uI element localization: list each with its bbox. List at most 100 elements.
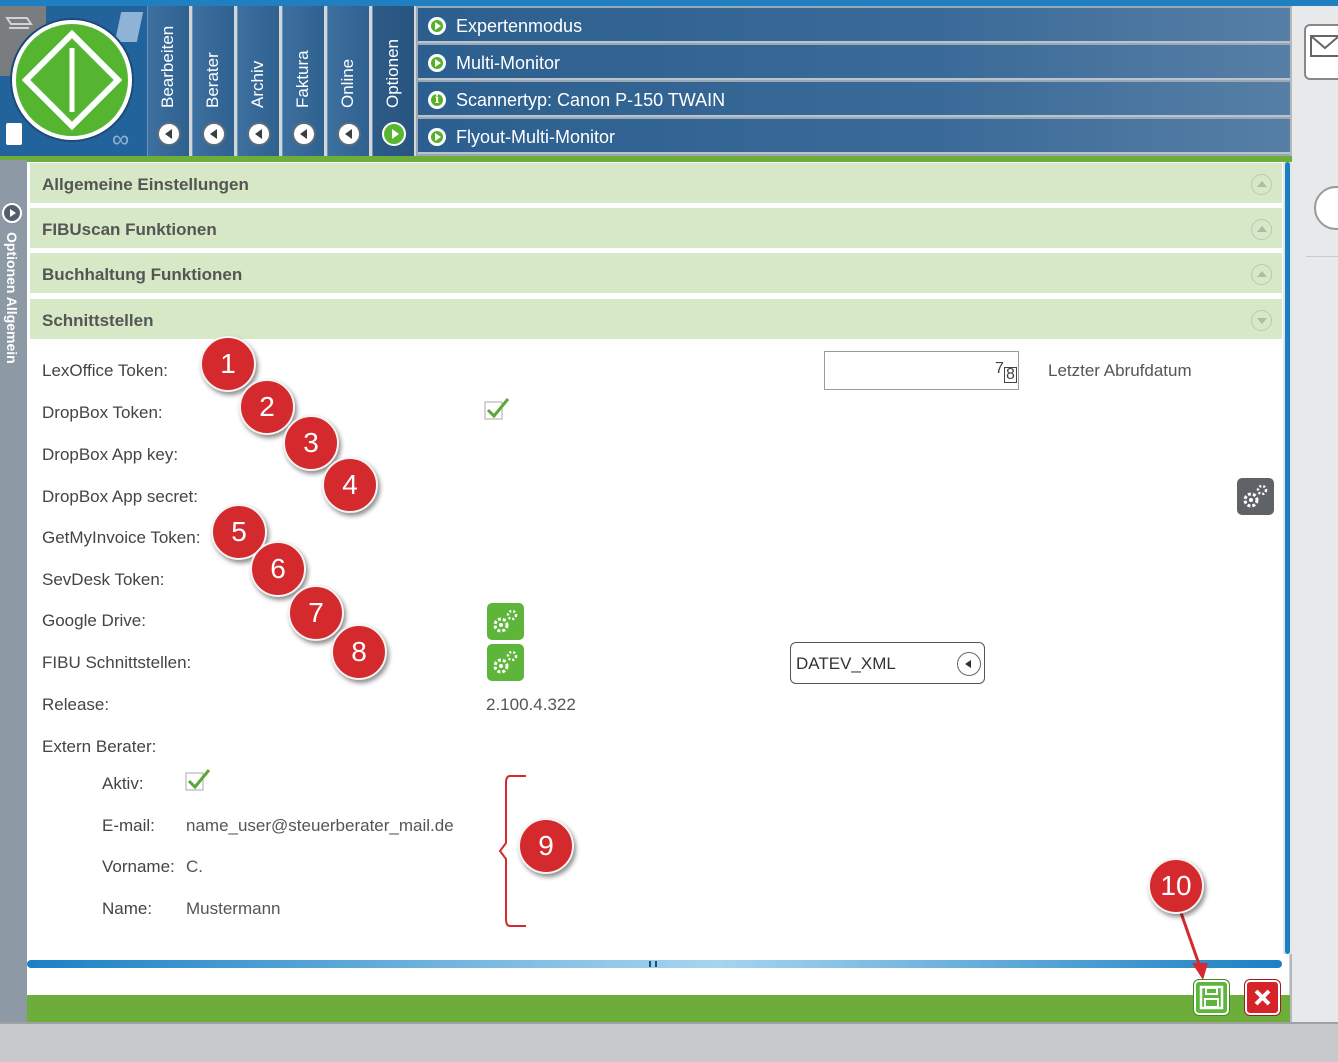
tab-label: Berater [203, 52, 222, 108]
play-icon [428, 128, 446, 146]
close-button[interactable] [1245, 980, 1280, 1015]
section-allgemeine-einstellungen[interactable]: Allgemeine Einstellungen [30, 163, 1282, 205]
chevron-up-icon[interactable] [1251, 174, 1272, 195]
arrow-left-icon[interactable] [157, 122, 181, 146]
arrow-right-icon[interactable] [382, 122, 406, 146]
gear-icon [493, 650, 518, 674]
scrollbar-grip [1286, 550, 1290, 558]
section-title: Schnittstellen [42, 311, 154, 330]
label-google-drive: Google Drive: [42, 611, 146, 630]
app-logo-block[interactable]: ∞ [0, 6, 147, 156]
menu-item-expertenmodus[interactable]: Expertenmodus [418, 8, 1290, 43]
section-title: Buchhaltung Funktionen [42, 265, 243, 284]
label-dropbox-app-key: DropBox App key: [42, 445, 179, 464]
tab-label: Archiv [248, 60, 267, 108]
tab-label: Faktura [293, 50, 312, 108]
section-buchhaltung-funktionen[interactable]: Buchhaltung Funktionen [30, 253, 1282, 295]
arrow-left-icon[interactable] [202, 122, 226, 146]
chevron-up-icon[interactable] [1251, 219, 1272, 240]
fibu-format-select[interactable]: DATEV_XML [790, 642, 985, 684]
tab-faktura[interactable]: Faktura [282, 6, 324, 156]
tab-bearbeiten[interactable]: Bearbeiten [147, 6, 189, 156]
tab-online[interactable]: Online [327, 6, 369, 156]
left-side-panel: Optionen Allgemein [0, 160, 27, 1022]
gear-icon [1243, 484, 1268, 508]
dropbox-settings-button[interactable] [1237, 478, 1274, 515]
vertical-scrollbar[interactable] [1283, 162, 1292, 954]
annotation-marker: 10 [1148, 858, 1204, 914]
tab-label: Bearbeiten [158, 25, 177, 108]
menu-item-flyout-multi-monitor[interactable]: Flyout-Multi-Monitor [418, 119, 1290, 154]
scrollbar-thumb[interactable] [1285, 162, 1290, 954]
calendar-icon[interactable]: 7 8 [992, 359, 1017, 383]
expand-arrow-icon[interactable] [2, 203, 22, 223]
label-release: Release: [42, 695, 110, 714]
annotation-marker: 3 [283, 415, 339, 471]
tab-berater[interactable]: Berater [192, 6, 234, 156]
chevron-down-icon[interactable] [1251, 310, 1272, 331]
label-sevdesk-token: SevDesk Token: [42, 570, 165, 589]
tab-label: Online [338, 58, 357, 108]
floppy-disk-icon [1199, 985, 1224, 1010]
menu-item-scannertyp[interactable]: i Scannertyp: Canon P-150 TWAIN [418, 82, 1290, 117]
section-title: Allgemeine Einstellungen [42, 175, 249, 194]
annotation-arrow [1178, 909, 1208, 980]
menu-item-label: Multi-Monitor [456, 53, 561, 73]
annotation-marker: 7 [288, 585, 344, 641]
side-toggle-button[interactable] [1314, 186, 1338, 230]
google-drive-settings-button[interactable] [487, 603, 524, 640]
menu-item-multi-monitor[interactable]: Multi-Monitor [418, 45, 1290, 80]
calendar-day-bottom: 8 [1004, 366, 1017, 383]
label-extern-berater: Extern Berater: [42, 737, 157, 756]
section-schnittstellen[interactable]: Schnittstellen [30, 299, 1282, 341]
tab-archiv[interactable]: Archiv [237, 6, 279, 156]
panel-footer [27, 995, 1290, 1022]
last-fetch-date-input[interactable]: 7 8 [824, 351, 1019, 390]
fibu-settings-button[interactable] [487, 644, 524, 681]
options-menu: Expertenmodus Multi-Monitor i Scannertyp… [416, 6, 1292, 156]
annotation-marker: 8 [331, 624, 387, 680]
mail-icon[interactable] [1304, 24, 1338, 80]
select-value: DATEV_XML [796, 654, 896, 673]
email-value[interactable]: name_user@steuerberater_mail.de [186, 816, 454, 836]
tab-label: Optionen [383, 39, 402, 108]
dropdown-arrow-icon[interactable] [957, 652, 981, 676]
label-email: E-mail: [102, 816, 155, 835]
label-dropbox-token: DropBox Token: [42, 403, 163, 422]
section-fibuscan-funktionen[interactable]: FIBUscan Funktionen [30, 208, 1282, 250]
menu-item-label: Scannertyp: Canon P-150 TWAIN [456, 90, 726, 110]
right-side-panel [1290, 6, 1338, 1022]
gear-icon [493, 609, 518, 633]
arrow-left-icon[interactable] [247, 122, 271, 146]
tab-optionen[interactable]: Optionen [372, 6, 414, 156]
section-title: FIBUscan Funktionen [42, 220, 217, 239]
label-getmyinvoice-token: GetMyInvoice Token: [42, 528, 201, 547]
name-value[interactable]: Mustermann [186, 899, 280, 919]
label-lexoffice-token: LexOffice Token: [42, 361, 169, 380]
chevron-up-icon[interactable] [1251, 264, 1272, 285]
annotation-marker: 6 [250, 541, 306, 597]
label-aktiv: Aktiv: [102, 774, 144, 793]
close-icon [1254, 989, 1271, 1006]
divider [1306, 256, 1338, 257]
info-icon: i [428, 91, 446, 109]
arrow-left-icon[interactable] [292, 122, 316, 146]
arrow-left-icon[interactable] [337, 122, 361, 146]
dropbox-token-checkbox[interactable] [484, 397, 510, 421]
document-icon [6, 123, 22, 145]
save-button[interactable] [1194, 980, 1229, 1015]
menu-item-label: Expertenmodus [456, 16, 583, 36]
label-dropbox-app-secret: DropBox App secret: [42, 487, 198, 506]
release-value: 2.100.4.322 [486, 695, 576, 714]
scrollbar-grip [649, 961, 657, 967]
horizontal-scrollbar[interactable] [27, 958, 1282, 970]
aktiv-checkbox[interactable] [185, 768, 211, 792]
play-icon [428, 17, 446, 35]
vorname-value[interactable]: C. [186, 857, 203, 877]
side-panel-label: Optionen Allgemein [4, 232, 20, 364]
calendar-day-top: 7 [995, 360, 1004, 377]
label-vorname: Vorname: [102, 857, 175, 876]
annotation-marker: 4 [322, 457, 378, 513]
annotation-marker: 1 [200, 336, 256, 392]
bottom-toolbar [0, 1022, 1338, 1062]
